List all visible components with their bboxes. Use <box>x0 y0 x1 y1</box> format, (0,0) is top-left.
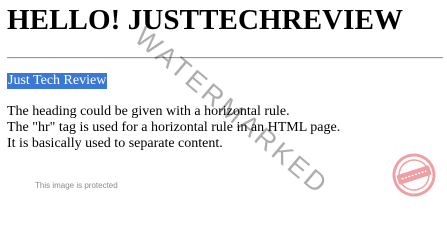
paragraph-line-3: It is basically used to separate content… <box>7 136 223 151</box>
highlighted-text-selection[interactable]: Just Tech Review <box>7 73 108 89</box>
horizontal-rule <box>7 57 443 59</box>
watermark-stamp-icon <box>389 150 439 200</box>
paragraph-line-1: The heading could be given with a horizo… <box>7 104 290 119</box>
body-paragraph: The heading could be given with a horizo… <box>7 104 340 152</box>
page-heading: HELLO! JUSTTECHREVIEW <box>7 4 404 36</box>
protected-image-note: This image is protected <box>35 181 118 190</box>
paragraph-line-2: The "hr" tag is used for a horizontal ru… <box>7 120 341 135</box>
